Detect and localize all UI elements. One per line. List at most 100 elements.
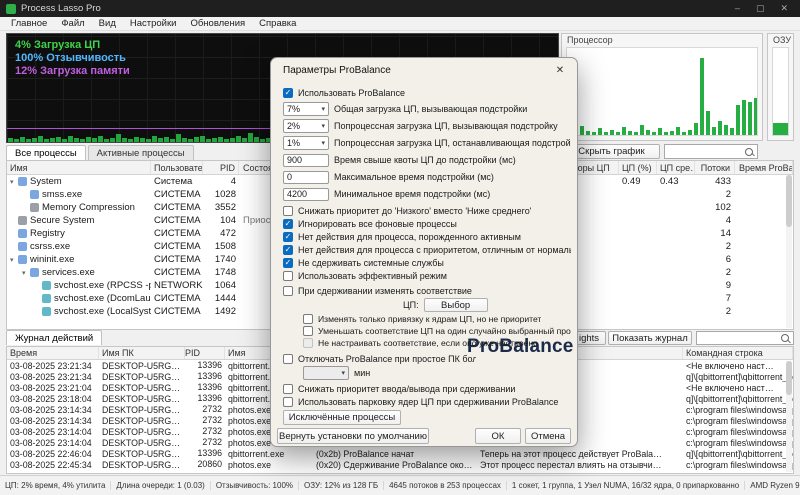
affinity-checkbox[interactable]	[283, 286, 293, 296]
maximize-icon[interactable]: ▢	[756, 3, 765, 14]
pid-cell: 472	[203, 227, 239, 240]
checkbox-label: Не сдерживать системные службы	[298, 258, 444, 268]
column-header-name[interactable]: Имя	[7, 161, 151, 174]
column-header-pid[interactable]: PID	[203, 161, 239, 174]
excluded-processes-button[interactable]: Исключённые процессы	[283, 410, 401, 425]
number-input[interactable]: 4200	[283, 188, 329, 201]
dialog-title-bar: Параметры ProBalance	[271, 58, 577, 82]
process-icon	[18, 177, 27, 186]
process-search-input[interactable]	[664, 144, 758, 159]
user-cell: Система	[151, 176, 203, 187]
checkbox[interactable]	[283, 271, 293, 281]
ok-button[interactable]: ОК	[475, 428, 521, 444]
journal-column-header-pid[interactable]: PID	[185, 347, 225, 359]
journal-cell-cmd: q]\[qbittorrent]\qbittorrent_portable_x…	[683, 394, 793, 404]
expander-icon[interactable]: ▾	[10, 256, 18, 264]
journal-scrollbar[interactable]	[786, 361, 792, 472]
checkbox[interactable]	[303, 326, 313, 336]
dialog-row: Снижать приоритет ввода/вывода при сдерж…	[283, 382, 571, 395]
cancel-button[interactable]: Отмена	[525, 428, 571, 444]
core-usage-bar	[748, 102, 752, 135]
checkbox[interactable]: ✓	[283, 219, 293, 229]
cpu-history-bar	[248, 133, 253, 142]
column-header-avg[interactable]: ЦП сре…	[657, 161, 695, 174]
column-header-pb[interactable]: Время ProBala…	[735, 161, 793, 174]
process-table-scrollbar[interactable]	[786, 175, 792, 328]
column-header-user[interactable]: Пользовател…	[151, 161, 203, 174]
idle-checkbox[interactable]	[283, 354, 293, 364]
journal-cell-cmd: c:\program files\windowsapps\micros…	[683, 416, 793, 426]
journal-column-header-cmd[interactable]: Командная строка	[683, 347, 793, 359]
journal-row[interactable]: 03-08-2025 22:45:34DESKTOP-U5RG…20860pho…	[7, 459, 793, 470]
menu-item[interactable]: Настройки	[123, 18, 184, 29]
idle-minutes-select[interactable]: ▾	[303, 366, 349, 380]
process-icon	[18, 242, 27, 251]
restore-defaults-button[interactable]: Вернуть установки по умолчанию	[277, 428, 429, 444]
column-header-cpu[interactable]: ЦП (%)	[619, 161, 657, 174]
dropdown-select[interactable]: 7%▾	[283, 102, 329, 116]
process-name: System	[30, 176, 62, 187]
checkbox-label: Уменьшать соответствие ЦП на один случай…	[318, 326, 571, 336]
journal-cell-details: Этот процесс перестал влиять на отзывчи…	[477, 460, 683, 470]
dialog-row: 7%▾ Общая загрузка ЦП, вызывающая подстро…	[283, 102, 571, 116]
number-input[interactable]: 0	[283, 171, 329, 184]
use-probalance-checkbox[interactable]: ✓	[283, 88, 293, 98]
checkbox[interactable]: ✓	[283, 245, 293, 255]
journal-column-header-time[interactable]: Время	[7, 347, 99, 359]
checkbox[interactable]	[283, 384, 293, 394]
column-header-thr[interactable]: Потоки	[695, 161, 735, 174]
journal-cell-pid: 2732	[185, 415, 225, 426]
journal-row[interactable]: 03-08-2025 22:46:04DESKTOP-U5RG…13396qbi…	[7, 448, 793, 459]
expander-icon[interactable]: ▾	[10, 178, 18, 186]
menu-item[interactable]: Главное	[4, 18, 54, 29]
checkbox[interactable]: ✓	[283, 258, 293, 268]
journal-search-input[interactable]	[696, 331, 794, 345]
menu-item[interactable]: Справка	[252, 18, 303, 29]
cpu-history-bar	[236, 136, 241, 142]
expander-icon[interactable]: ▾	[22, 269, 30, 277]
dialog-close-icon[interactable]: ✕	[543, 58, 577, 82]
journal-cell-pid: 13396	[185, 382, 225, 393]
checkbox[interactable]: ✓	[283, 232, 293, 242]
checkbox	[303, 338, 313, 348]
cpu-history-bar	[218, 137, 223, 142]
core-usage-bar	[640, 125, 644, 135]
menu-item[interactable]: Вид	[92, 18, 123, 29]
scrollbar-thumb[interactable]	[786, 361, 792, 395]
dialog-row: Снижать приоритет до 'Низкого' вместо 'Н…	[283, 204, 571, 217]
menu-item[interactable]: Обновления	[183, 18, 252, 29]
field-label: Общая загрузка ЦП, вызывающая подстройки	[334, 104, 527, 114]
status-segment: ОЗУ: 12% из 128 ГБ	[299, 481, 384, 490]
journal-cell-time: 03-08-2025 22:46:04	[7, 449, 99, 459]
choose-cpu-button[interactable]: Выбор	[424, 298, 488, 312]
dropdown-value: 1%	[287, 138, 300, 148]
checkbox[interactable]	[283, 206, 293, 216]
pid-cell: 1444	[203, 292, 239, 305]
dropdown-select[interactable]: 2%▾	[283, 119, 329, 133]
tab-all-processes[interactable]: Все процессы	[6, 145, 86, 160]
number-input[interactable]: 900	[283, 154, 329, 167]
pid-cell: 3552	[203, 201, 239, 214]
pid-cell: 1748	[203, 266, 239, 279]
journal-cell-pc: DESKTOP-U5RG…	[99, 427, 185, 437]
use-probalance-row: ✓ Использовать ProBalance	[283, 86, 571, 99]
journal-cell-cmd: q]\[qbittorrent]\qbittorrent_portable_x…	[683, 449, 793, 459]
dropdown-select[interactable]: 1%▾	[283, 136, 329, 150]
scrollbar-thumb[interactable]	[786, 175, 792, 227]
close-icon[interactable]: ✕	[780, 3, 788, 14]
checkbox[interactable]	[283, 397, 293, 407]
checkbox[interactable]	[303, 314, 313, 324]
process-icon	[30, 190, 39, 199]
cpu-history-bar	[110, 138, 115, 142]
tab-active-processes[interactable]: Активные процессы	[88, 145, 194, 160]
core-usage-bar	[616, 132, 620, 135]
minimize-icon[interactable]: –	[735, 3, 740, 14]
process-name-cell: ▾services.exe	[7, 267, 151, 278]
journal-cell-pid: 20860	[185, 459, 225, 470]
dialog-row: Использовать парковку ядер ЦП при сдержи…	[283, 395, 571, 408]
journal-column-header-pc[interactable]: Имя ПК	[99, 347, 185, 359]
dropdown-value: 7%	[287, 104, 300, 114]
show-log-button[interactable]: Показать журнал	[608, 331, 692, 345]
tab-action-journal[interactable]: Журнал действий	[6, 330, 102, 345]
menu-item[interactable]: Файл	[54, 18, 91, 29]
